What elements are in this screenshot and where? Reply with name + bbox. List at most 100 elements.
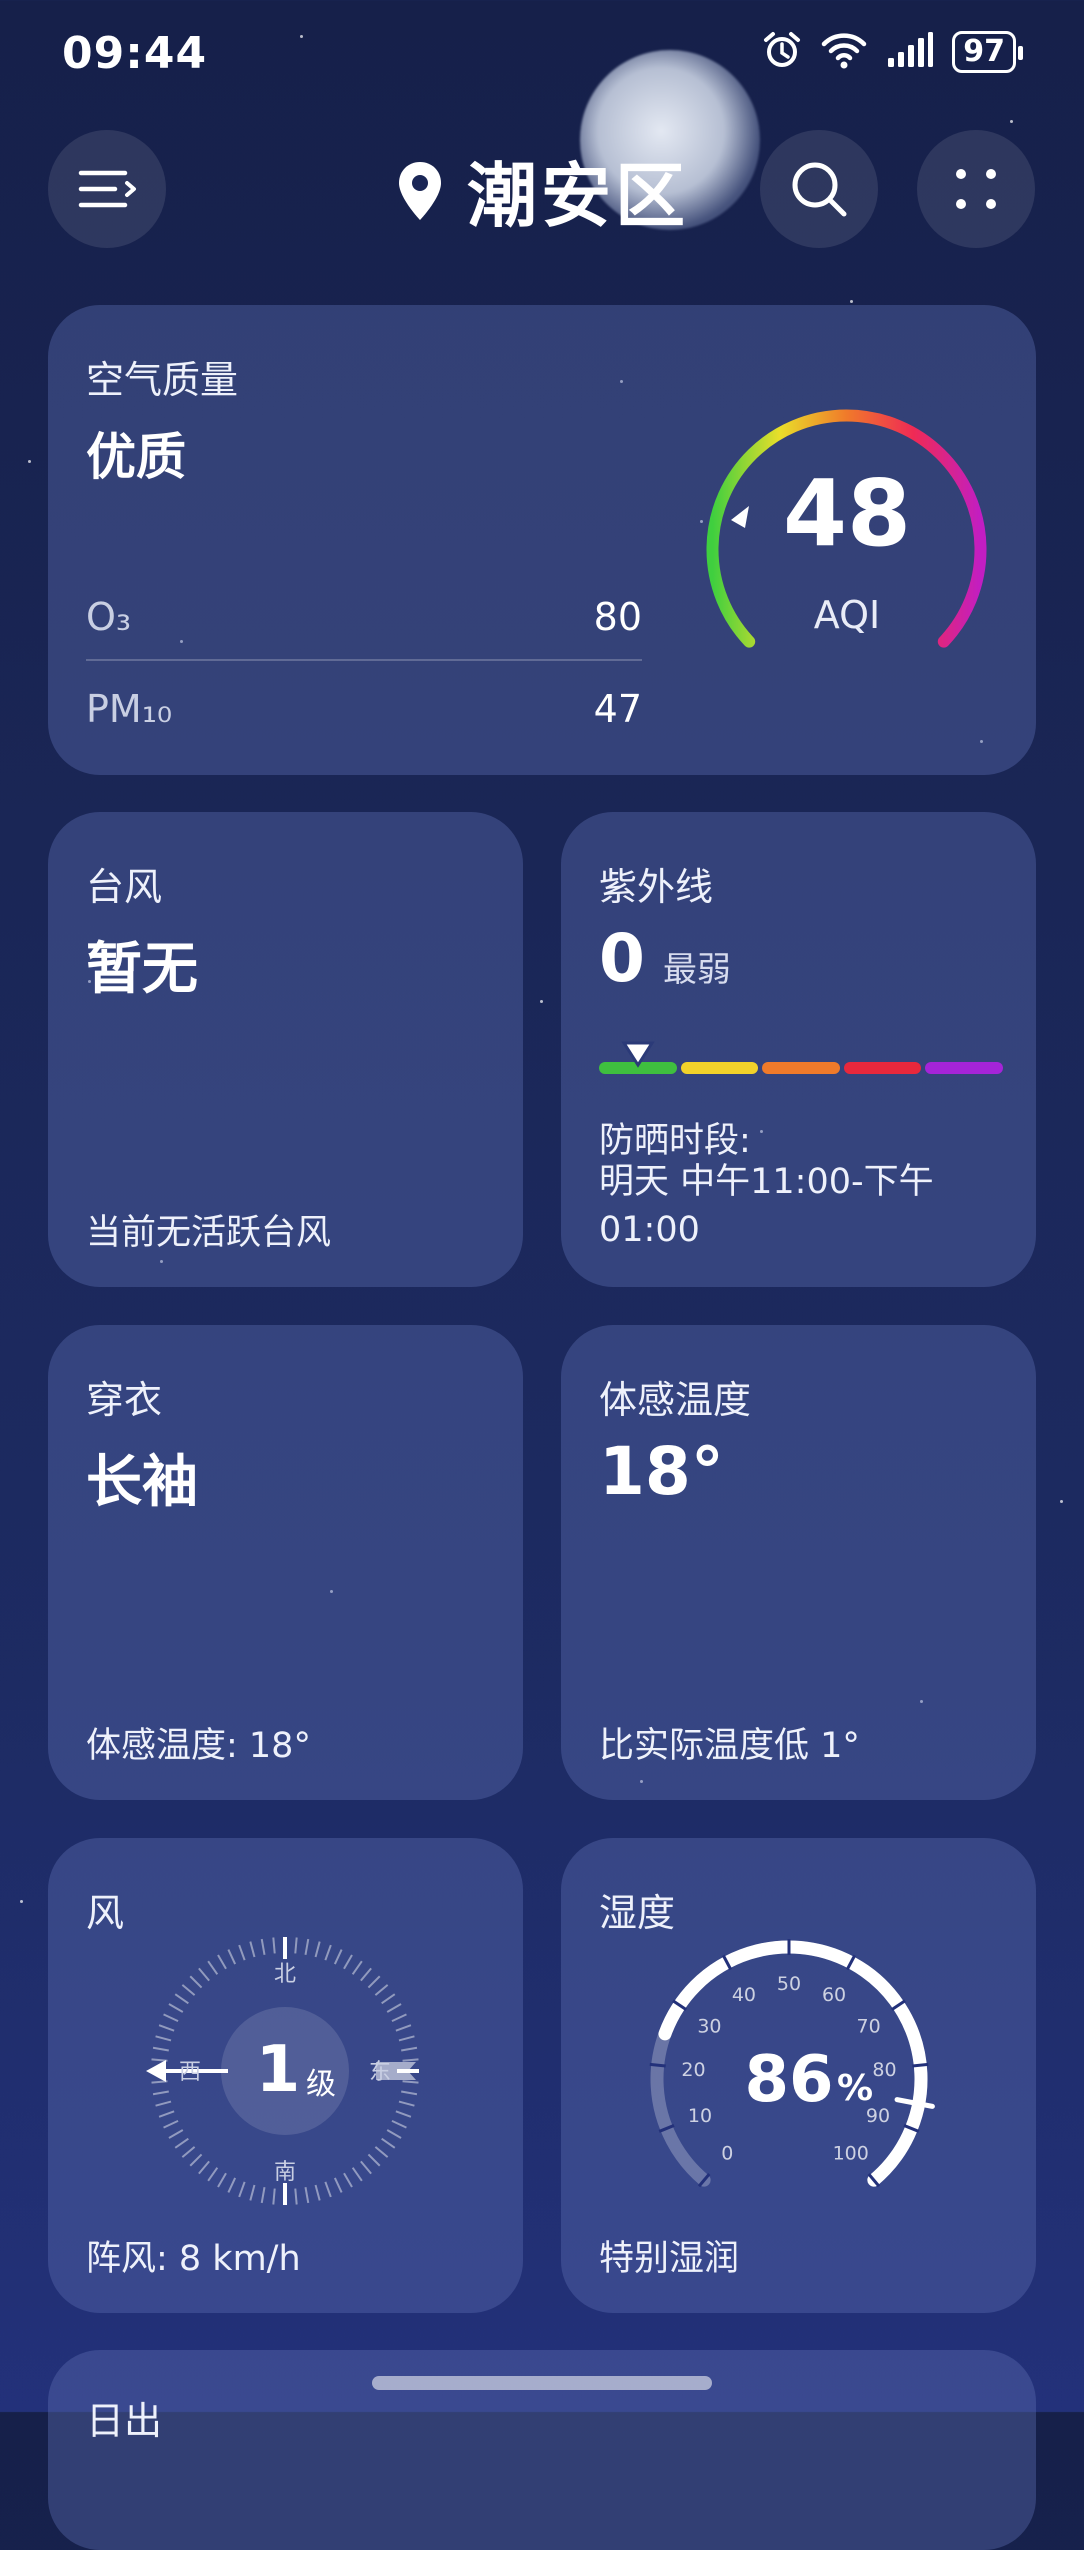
wind-level-value: 1	[256, 2033, 301, 2107]
uv-value-row: 0 最弱	[599, 920, 731, 997]
clothing-title: 穿衣	[86, 1378, 163, 1422]
compass-tick	[238, 2181, 246, 2198]
typhoon-note: 当前无活跃台风	[86, 1213, 332, 1253]
star	[1010, 120, 1013, 123]
compass-tick	[381, 2137, 396, 2149]
humidity-tick-label: 20	[681, 2059, 705, 2081]
compass-tick	[163, 2119, 179, 2129]
home-indicator[interactable]	[372, 2376, 712, 2390]
compass-tick	[152, 2090, 169, 2096]
compass-tick	[381, 1993, 396, 2005]
feels-like-value: 18°	[599, 1433, 724, 1510]
compass-tick	[360, 2160, 372, 2175]
compass-tick	[249, 2184, 256, 2201]
air-quality-card[interactable]: 空气质量 优质 O₃ 80 PM₁₀ 47 48 AQI	[48, 305, 1036, 775]
battery-indicator: 97	[952, 31, 1023, 73]
uv-card[interactable]: 紫外线 0 最弱 防晒时段: 明天 中午11:00-下午01:00	[561, 812, 1036, 1287]
compass-tick	[314, 2184, 321, 2201]
compass-tick	[217, 1954, 227, 1970]
typhoon-title: 台风	[86, 865, 163, 909]
uv-level: 最弱	[662, 950, 731, 990]
aqi-label: AQI	[814, 593, 880, 637]
clothing-note: 体感温度: 18°	[86, 1726, 311, 1766]
humidity-tick-mark	[912, 2062, 929, 2068]
compass-tick	[401, 2090, 418, 2096]
aqi-value: 48	[783, 460, 911, 567]
star	[850, 300, 853, 303]
compass-tick	[374, 1984, 389, 1996]
compass-tick	[249, 1941, 256, 1958]
humidity-tick-label: 80	[872, 2059, 896, 2081]
star	[540, 1000, 543, 1003]
search-button[interactable]	[760, 130, 878, 248]
signal-icon	[886, 32, 934, 72]
compass-tick	[343, 2172, 353, 2188]
compass-tick	[181, 1984, 196, 1996]
aqi-marker	[731, 506, 749, 528]
compass-tick	[158, 2110, 175, 2118]
feels-like-note: 比实际温度低 1°	[599, 1726, 860, 1766]
star	[1060, 1500, 1063, 1503]
typhoon-card[interactable]: 台风 暂无 当前无活跃台风	[48, 812, 523, 1287]
uv-scale-segment	[843, 1062, 922, 1074]
compass-tick	[360, 1967, 372, 1982]
clothing-card[interactable]: 穿衣 长袖 体感温度: 18°	[48, 1325, 523, 1800]
compass-tick	[238, 1944, 246, 1961]
location-title[interactable]: 潮安区	[395, 140, 689, 241]
compass-tick	[398, 2035, 415, 2042]
location-name: 潮安区	[467, 155, 689, 237]
air-quality-title: 空气质量	[86, 358, 239, 402]
compass-tick	[314, 1941, 321, 1958]
feels-like-card[interactable]: 体感温度 18° 比实际温度低 1°	[561, 1325, 1036, 1800]
compass-tick	[163, 2013, 179, 2023]
compass-tick	[294, 2188, 298, 2205]
wind-title: 风	[86, 1891, 125, 1935]
humidity-tick-label: 50	[777, 1973, 801, 1995]
compass-tick	[374, 2146, 389, 2158]
compass-tick	[351, 1960, 363, 1975]
compass-tick	[272, 2188, 276, 2205]
search-icon	[792, 162, 847, 217]
aqi-gauge: 48 AQI	[706, 409, 987, 648]
compass-tick	[155, 2100, 172, 2107]
menu-button[interactable]	[48, 130, 166, 248]
pollutant-divider	[86, 659, 642, 661]
compass-tick	[155, 2035, 172, 2042]
compass-tick	[217, 2172, 227, 2188]
compass-tick	[189, 1975, 203, 1989]
location-pin-icon	[399, 161, 441, 220]
compass-tick	[294, 1937, 298, 1954]
pollutant-value: 47	[593, 687, 642, 731]
uv-scale-segment	[680, 1062, 759, 1074]
humidity-tick-label: 70	[856, 2015, 880, 2037]
compass-tick	[272, 1937, 276, 1954]
compass-tick	[395, 2024, 412, 2032]
compass-tick	[227, 1949, 237, 1965]
compass-tick	[151, 2058, 168, 2062]
compass-tick	[304, 2187, 310, 2204]
uv-marker-icon	[621, 1041, 655, 1068]
uv-value: 0	[599, 920, 645, 997]
compass-tick	[367, 1975, 381, 1989]
compass-tick	[207, 2167, 219, 2182]
air-quality-level: 优质	[86, 428, 186, 486]
star	[20, 1900, 23, 1903]
humidity-tick-label: 10	[688, 2105, 712, 2127]
compass-tick	[401, 2046, 418, 2052]
more-button[interactable]	[917, 130, 1035, 248]
humidity-tick-label: 30	[697, 2015, 721, 2037]
humidity-tick-label: 40	[732, 1984, 756, 2006]
compass-tick	[260, 1938, 266, 1955]
pollutant-name: PM₁₀	[86, 687, 173, 731]
compass-tick	[189, 2153, 203, 2167]
compass-tick	[324, 1944, 332, 1961]
humidity-tick-label: 60	[822, 1984, 846, 2006]
sunrise-title: 日出	[86, 2399, 163, 2443]
pollutant-row: PM₁₀ 47	[86, 687, 642, 731]
compass-tick	[174, 2137, 189, 2149]
compass-tick	[207, 1960, 219, 1975]
status-icons: 97	[762, 30, 1023, 74]
humidity-card[interactable]: 湿度 0 10 20 30 40 50 60 70 80 90 100 86 % 特别湿润	[561, 1838, 1036, 2313]
compass-tick	[398, 2100, 415, 2107]
wind-card[interactable]: 风 北 南 西 东 1 级 阵风: 8 km/h	[48, 1838, 523, 2313]
